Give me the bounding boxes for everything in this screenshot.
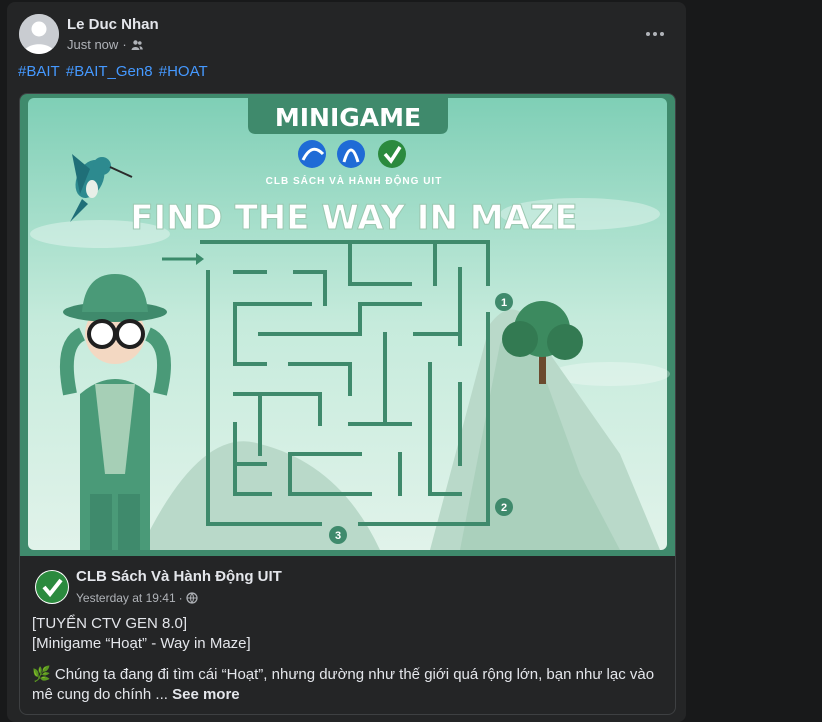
- minigame-maze-image[interactable]: MINIGAME CLB SÁCH VÀ HÀNH ĐỘNG UIT FIND …: [20, 94, 675, 556]
- club-name-caption: CLB SÁCH VÀ HÀNH ĐỘNG UIT: [266, 174, 443, 187]
- post-card: Le Duc Nhan Just now · #BAIT #BAIT_Gen8 …: [7, 2, 686, 722]
- hashtag-link[interactable]: #BAIT: [18, 63, 60, 80]
- friends-icon[interactable]: [131, 39, 143, 51]
- more-options-button[interactable]: [642, 24, 668, 44]
- shared-post-card[interactable]: MINIGAME CLB SÁCH VÀ HÀNH ĐỘNG UIT FIND …: [19, 93, 676, 715]
- hashtag-link[interactable]: #BAIT_Gen8: [66, 63, 153, 80]
- shared-post-time[interactable]: Yesterday at 19:41: [76, 591, 176, 605]
- more-options-icon: [646, 32, 650, 36]
- text-line-2: [Minigame “Hoạt” - Way in Maze]: [32, 635, 251, 652]
- page-avatar[interactable]: [35, 570, 69, 604]
- shared-page-name[interactable]: CLB Sách Và Hành Động UIT: [76, 568, 282, 585]
- herb-emoji: 🌿: [32, 666, 51, 683]
- hashtags: #BAIT #BAIT_Gen8 #HOAT: [18, 63, 210, 80]
- post-time[interactable]: Just now: [67, 37, 118, 52]
- author-avatar[interactable]: [19, 14, 59, 54]
- hashtag-link[interactable]: #HOAT: [159, 63, 208, 80]
- shared-post-text: [TUYỂN CTV GEN 8.0] [Minigame “Hoạt” - W…: [32, 614, 662, 705]
- post-meta: Just now ·: [67, 37, 143, 52]
- globe-icon: [186, 592, 198, 604]
- maze-headline: FIND THE WAY IN MAZE: [130, 198, 578, 238]
- author-name[interactable]: Le Duc Nhan: [67, 16, 159, 33]
- text-line-1: [TUYỂN CTV GEN 8.0]: [32, 615, 188, 632]
- exit-label-2: 2: [501, 502, 507, 514]
- default-avatar-icon: [19, 14, 59, 54]
- exit-label-1: 1: [501, 297, 507, 309]
- text-body: 🌿 Chúng ta đang đi tìm cái “Hoạt”, nhưng…: [32, 665, 662, 705]
- text-body-content: Chúng ta đang đi tìm cái “Hoạt”, nhưng d…: [32, 666, 655, 703]
- banner-title: MINIGAME: [275, 103, 421, 132]
- shared-post-meta: Yesterday at 19:41 ·: [76, 591, 198, 605]
- club-logos: [298, 140, 406, 168]
- see-more-link[interactable]: See more: [172, 686, 240, 703]
- exit-label-3: 3: [335, 530, 341, 542]
- uit-logo-icon: [36, 571, 68, 603]
